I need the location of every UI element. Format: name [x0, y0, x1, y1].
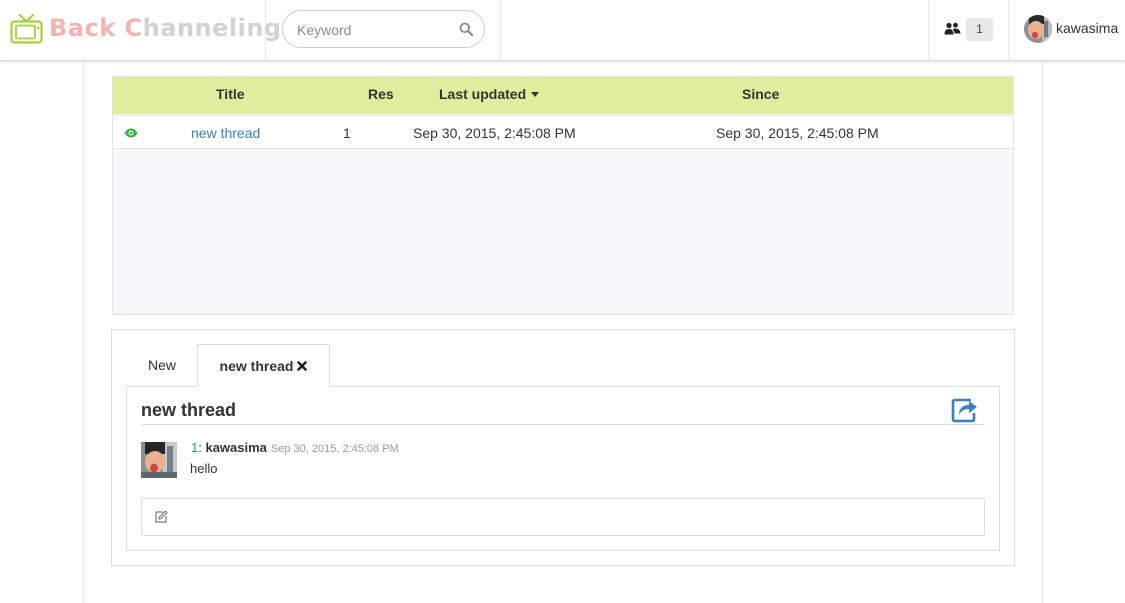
tab-content: new thread 1: kawasima Sep 30, 2015, 2:45… [126, 386, 1000, 551]
search-box[interactable] [282, 10, 485, 48]
sort-desc-icon [531, 91, 540, 97]
column-header-last-updated-label: Last updated [439, 86, 527, 102]
thread-detail-panel: New new thread new thread 1: kawasima Se… [111, 329, 1015, 566]
users-icon [944, 22, 961, 35]
avatar [1024, 15, 1052, 43]
search-area [266, 0, 501, 61]
search-input[interactable] [297, 20, 457, 40]
username: kawasima [1056, 20, 1119, 36]
users-count-badge: 1 [966, 18, 993, 41]
tv-icon [10, 13, 43, 44]
column-header-title[interactable]: Title [216, 86, 245, 102]
column-header-last-updated[interactable]: Last updated [439, 86, 540, 102]
post-avatar [141, 442, 177, 478]
post-body: hello [190, 461, 218, 476]
thread-since: Sep 30, 2015, 2:45:08 PM [716, 125, 879, 141]
search-icon[interactable] [459, 22, 473, 36]
tab-new[interactable]: New [133, 344, 191, 387]
online-users[interactable]: 1 [928, 0, 1009, 61]
brand-logo[interactable]: Back Channeling [0, 0, 281, 61]
table-header: Title Res Last updated Since [113, 77, 1013, 114]
column-header-res[interactable]: Res [368, 86, 394, 102]
title-divider [141, 424, 985, 425]
tab-label: new thread [219, 358, 294, 374]
tab-new-thread[interactable]: new thread [197, 344, 330, 387]
eye-icon [124, 128, 138, 138]
post-author: kawasima [205, 440, 267, 455]
close-icon[interactable] [297, 361, 308, 372]
thread-res-count: 1 [343, 125, 351, 141]
thread-table: Title Res Last updated Since new thread … [112, 76, 1014, 315]
share-icon[interactable] [951, 397, 979, 423]
user-menu[interactable]: kawasima [1009, 0, 1125, 61]
reply-input[interactable] [141, 498, 985, 536]
edit-icon [155, 510, 168, 523]
brand-name: Back Channeling [49, 14, 282, 42]
column-header-since[interactable]: Since [742, 86, 779, 102]
post-meta: 1: kawasima Sep 30, 2015, 2:45:08 PM [191, 440, 399, 455]
thread-title-link[interactable]: new thread [191, 125, 260, 141]
post-timestamp: Sep 30, 2015, 2:45:08 PM [270, 443, 399, 455]
thread-last-updated: Sep 30, 2015, 2:45:08 PM [413, 125, 576, 141]
thread-heading: new thread [141, 400, 237, 420]
table-row[interactable]: new thread 1 Sep 30, 2015, 2:45:08 PM Se… [113, 115, 1013, 149]
navbar: Back Channeling 1 [0, 0, 1125, 61]
